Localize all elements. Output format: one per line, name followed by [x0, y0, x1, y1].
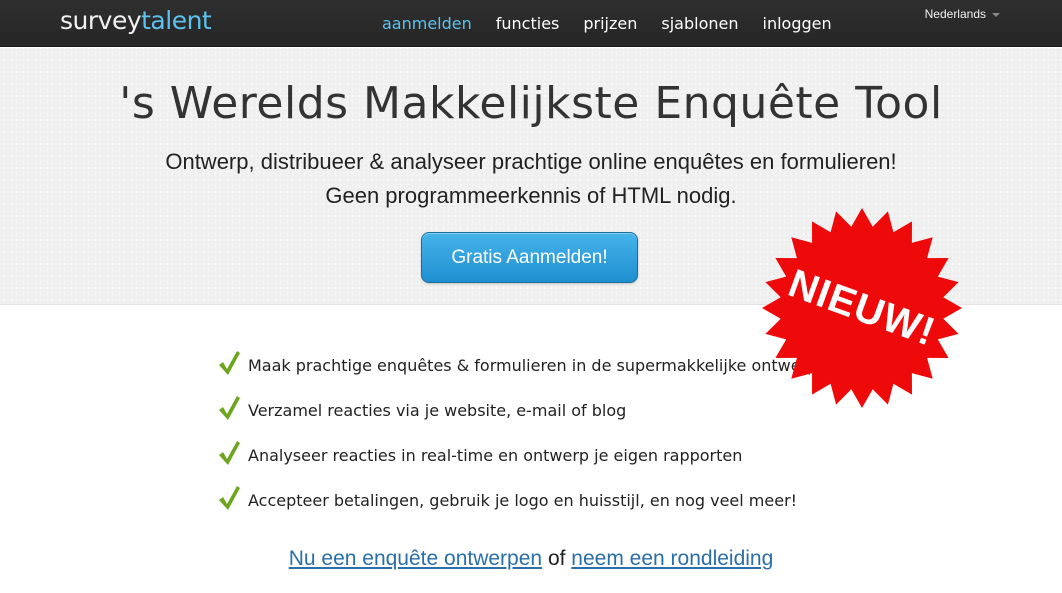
- new-badge: NIEUW!: [760, 206, 964, 410]
- list-item: Analyseer reacties in real-time en ontwe…: [218, 433, 834, 478]
- bottom-links: Nu een enquête ontwerpen of neem een ron…: [0, 547, 1062, 571]
- nav-item-inloggen[interactable]: inloggen: [751, 0, 844, 47]
- page-title: 's Werelds Makkelijkste Enquête Tool: [119, 78, 943, 129]
- design-survey-link[interactable]: Nu een enquête ontwerpen: [289, 547, 542, 570]
- top-navbar: surveytalent aanmelden functies prijzen …: [0, 0, 1062, 47]
- checkmark-icon: [219, 440, 240, 465]
- signup-button[interactable]: Gratis Aanmelden!: [421, 232, 638, 283]
- language-label: Nederlands: [924, 7, 986, 21]
- nav-item-sjablonen[interactable]: sjablonen: [649, 0, 750, 47]
- nav-item-functies[interactable]: functies: [484, 0, 572, 47]
- list-item: Verzamel reacties via je website, e-mail…: [218, 388, 834, 433]
- hero-subtitle-line1: Ontwerp, distribueer & analyseer prachti…: [165, 149, 897, 174]
- feature-text: Analyseer reacties in real-time en ontwe…: [248, 446, 743, 465]
- nav-item-aanmelden[interactable]: aanmelden: [370, 0, 484, 47]
- language-selector[interactable]: Nederlands: [925, 7, 1000, 21]
- logo-text-survey: survey: [60, 6, 142, 35]
- logo[interactable]: surveytalent: [60, 5, 212, 37]
- main-nav: aanmelden functies prijzen sjablonen inl…: [370, 0, 844, 47]
- tour-link[interactable]: neem een rondleiding: [571, 547, 773, 570]
- feature-text: Verzamel reacties via je website, e-mail…: [248, 401, 627, 420]
- list-item: Accepteer betalingen, gebruik je logo en…: [218, 478, 834, 523]
- checkmark-icon: [219, 485, 240, 510]
- bottom-connector: of: [547, 547, 566, 570]
- nav-item-prijzen[interactable]: prijzen: [571, 0, 649, 47]
- checkmark-icon: [219, 350, 240, 375]
- logo-text-talent: talent: [141, 6, 212, 35]
- checkmark-icon: [219, 395, 240, 420]
- chevron-down-icon: [992, 13, 1000, 17]
- feature-text: Accepteer betalingen, gebruik je logo en…: [248, 491, 798, 510]
